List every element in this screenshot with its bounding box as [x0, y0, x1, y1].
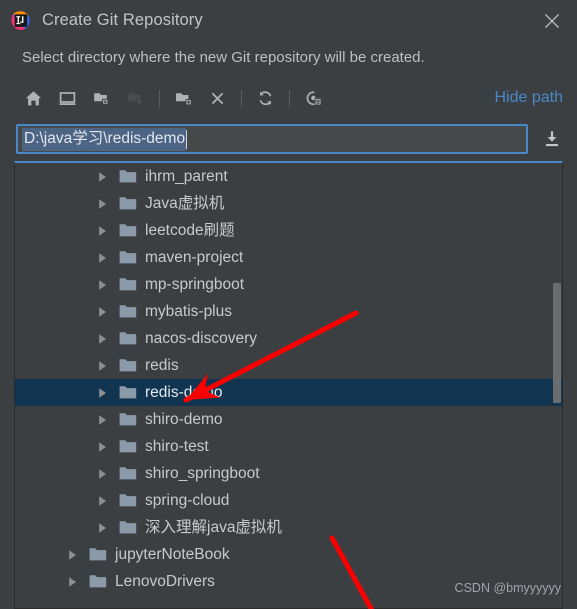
folder-icon [119, 412, 137, 427]
folder-icon [119, 439, 137, 454]
refresh-button[interactable] [250, 84, 280, 112]
tree-row[interactable]: nacos-discovery [15, 325, 562, 352]
directory-tree-panel: ihrm_parent Java虚拟机 leetcode刷题 maven-projec… [14, 161, 563, 609]
chevron-right-icon[interactable] [93, 171, 111, 183]
folder-icon [119, 196, 137, 211]
chevron-right-icon[interactable] [93, 387, 111, 399]
tree-row-label: leetcode刷题 [145, 221, 235, 239]
tree-row[interactable]: redis-demo [15, 379, 562, 406]
tree-row[interactable]: leetcode刷题 [15, 217, 562, 244]
tree-row-label: redis-demo [145, 383, 223, 401]
dialog-title: Create Git Repository [42, 11, 203, 29]
path-row: D:\java学习\redis-demo [0, 117, 577, 161]
tree-row-label: shiro-demo [145, 410, 223, 428]
toolbar-separator-2 [241, 89, 242, 107]
path-input-value: D:\java学习\redis-demo [22, 127, 187, 151]
text-caret [186, 129, 188, 149]
directory-tree[interactable]: ihrm_parent Java虚拟机 leetcode刷题 maven-projec… [15, 163, 562, 608]
project-directory-button[interactable] [86, 84, 116, 112]
new-folder-button[interactable] [168, 84, 198, 112]
home-button[interactable] [18, 84, 48, 112]
tree-row[interactable]: spring-cloud [15, 487, 562, 514]
folder-icon [119, 169, 137, 184]
tree-row-label: LenovoDrivers [115, 572, 215, 590]
chevron-right-icon[interactable] [93, 468, 111, 480]
chevron-right-icon[interactable] [93, 225, 111, 237]
folder-icon [119, 385, 137, 400]
folder-icon [119, 466, 137, 481]
chevron-right-icon[interactable] [93, 333, 111, 345]
folder-icon [119, 277, 137, 292]
folder-icon [119, 250, 137, 265]
chevron-right-icon[interactable] [93, 198, 111, 210]
chevron-right-icon[interactable] [93, 441, 111, 453]
toolbar-separator-3 [289, 89, 290, 107]
tree-row[interactable]: maven-project [15, 244, 562, 271]
tree-row[interactable]: redis [15, 352, 562, 379]
tree-row-label: mybatis-plus [145, 302, 232, 320]
toolbar-separator [159, 89, 160, 107]
create-git-repository-dialog: Create Git Repository Select directory w… [0, 0, 577, 609]
tree-row-label: shiro-test [145, 437, 209, 455]
folder-icon [119, 358, 137, 373]
chevron-right-icon[interactable] [93, 360, 111, 372]
dialog-description: Select directory where the new Git repos… [22, 49, 425, 66]
file-chooser-toolbar: Hide path [0, 79, 577, 117]
folder-icon [119, 304, 137, 319]
tree-row-label: redis [145, 356, 179, 374]
tree-row-label: Java虚拟机 [145, 194, 225, 212]
folder-icon [89, 547, 107, 562]
folder-icon [119, 223, 137, 238]
folder-icon [119, 520, 137, 535]
tree-row-label: 深入理解java虚拟机 [145, 518, 282, 536]
intellij-idea-logo [10, 10, 32, 32]
chevron-right-icon[interactable] [93, 252, 111, 264]
module-directory-button [120, 84, 150, 112]
tree-row[interactable]: shiro-demo [15, 406, 562, 433]
tree-row[interactable]: mp-springboot [15, 271, 562, 298]
close-icon[interactable] [537, 6, 567, 36]
tree-row-label: maven-project [145, 248, 244, 266]
tree-row-label: ihrm_parent [145, 167, 228, 185]
folder-icon [89, 574, 107, 589]
chevron-right-icon[interactable] [93, 414, 111, 426]
chevron-right-icon[interactable] [93, 495, 111, 507]
tree-row[interactable]: LenovoDrivers [15, 568, 562, 595]
tree-row[interactable]: Java虚拟机 [15, 190, 562, 217]
tree-row[interactable]: shiro-test [15, 433, 562, 460]
desktop-button[interactable] [52, 84, 82, 112]
download-import-icon[interactable] [537, 124, 567, 154]
hide-path-link[interactable]: Hide path [495, 89, 566, 107]
tree-scrollbar-thumb[interactable] [553, 283, 561, 403]
show-hidden-files-button[interactable] [298, 84, 328, 112]
folder-icon [119, 493, 137, 508]
chevron-right-icon[interactable] [63, 549, 81, 561]
chevron-right-icon[interactable] [93, 306, 111, 318]
chevron-right-icon[interactable] [93, 522, 111, 534]
tree-row[interactable]: 深入理解java虚拟机 [15, 514, 562, 541]
tree-row[interactable]: shiro_springboot [15, 460, 562, 487]
chevron-right-icon[interactable] [63, 576, 81, 588]
tree-row-label: mp-springboot [145, 275, 245, 293]
tree-row-label: nacos-discovery [145, 329, 257, 347]
folder-icon [119, 331, 137, 346]
delete-button[interactable] [202, 84, 232, 112]
dialog-titlebar: Create Git Repository [0, 0, 577, 41]
tree-row[interactable]: mybatis-plus [15, 298, 562, 325]
chevron-right-icon[interactable] [93, 279, 111, 291]
tree-row-label: spring-cloud [145, 491, 230, 509]
tree-scrollbar[interactable] [551, 163, 562, 608]
tree-row[interactable]: ihrm_parent [15, 163, 562, 190]
tree-row[interactable]: jupyterNoteBook [15, 541, 562, 568]
tree-row-label: shiro_springboot [145, 464, 260, 482]
path-input[interactable]: D:\java学习\redis-demo [16, 124, 528, 154]
tree-row-label: jupyterNoteBook [115, 545, 230, 563]
